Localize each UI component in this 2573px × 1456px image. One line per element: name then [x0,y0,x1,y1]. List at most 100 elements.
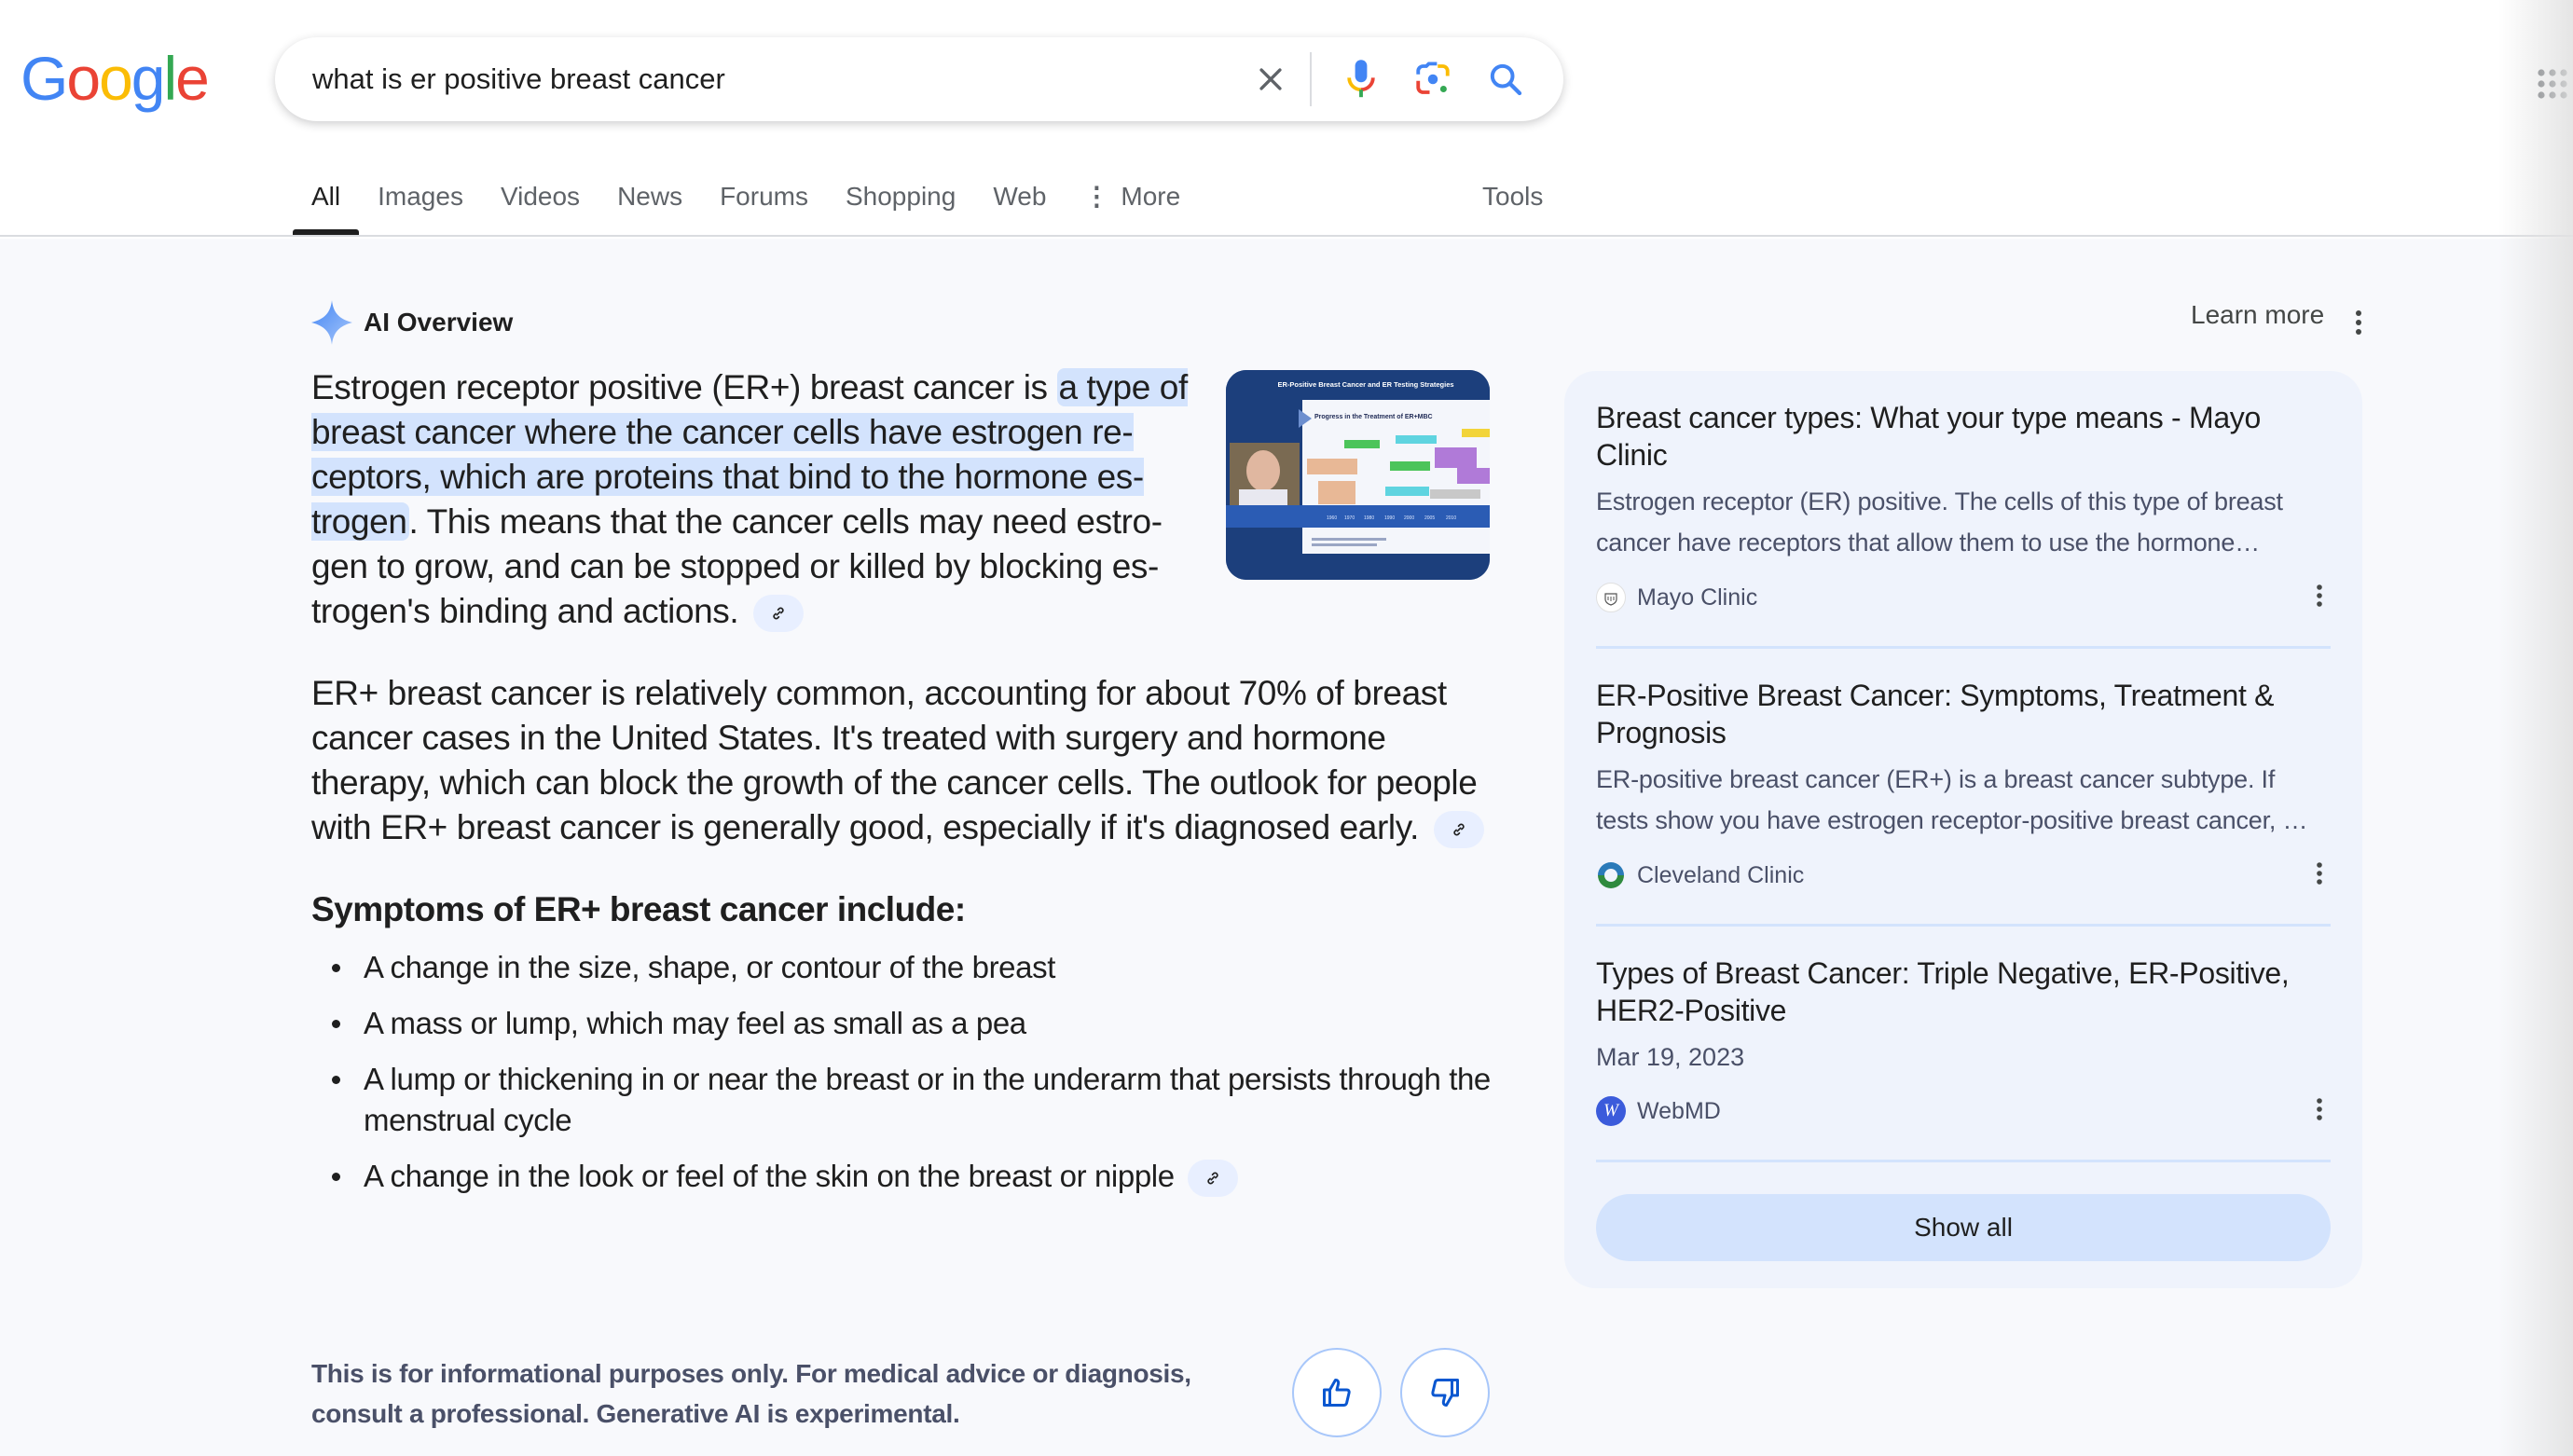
search-box [275,37,1563,121]
tab-all[interactable]: All [293,168,360,235]
paragraph-text: ER+ breast cancer is relatively common, … [311,674,1478,846]
webmd-favicon-icon: W [1596,1096,1626,1126]
list-item-text: A lump or thickening in or near the brea… [364,1062,1491,1137]
svg-text:1980: 1980 [1364,515,1374,521]
tab-label: Forums [720,182,808,211]
ai-overview-menu-button[interactable] [2347,306,2370,339]
source-card[interactable]: ER-Positive Breast Cancer: Symptoms, Tre… [1596,649,2331,927]
source-site-name: WebMD [1637,1097,1721,1124]
list-item-text: A mass or lump, which may feel as small … [364,1006,1026,1040]
tab-more[interactable]: ⋮ More [1065,168,1199,226]
ai-overview-title: AI Overview [364,308,514,337]
source-snippet: ER-positive breast cancer (ER+) is a bre… [1596,765,2308,834]
thumbs-up-button[interactable] [1292,1348,1382,1437]
search-button[interactable] [1479,53,1532,105]
svg-text:1960: 1960 [1327,515,1337,521]
logo-letter: o [99,44,133,113]
show-all-button[interactable]: Show all [1596,1194,2331,1261]
google-apps-button[interactable] [2534,65,2573,104]
tab-label: Images [378,182,463,211]
symptoms-heading: Symptoms of ER+ breast cancer include: [311,890,966,928]
list-item: A change in the look or feel of the skin… [332,1156,1492,1198]
list-item-text: A change in the look or feel of the skin… [364,1159,1175,1193]
paragraph-text: Estrogen receptor positive (ER+) breast … [311,368,1057,406]
tab-label: Videos [500,182,581,211]
google-lens-icon [1416,62,1450,94]
more-vert-icon: ⋮ [1083,182,1110,211]
source-meta: W WebMD [1596,1096,1721,1126]
paragraph-text: . This means that the cancer cells may n… [311,502,1163,630]
tab-news[interactable]: News [599,168,701,226]
source-title[interactable]: ER-Positive Breast Cancer: Symptoms, Tre… [1596,677,2331,751]
tab-images[interactable]: Images [359,168,482,226]
logo-letter: e [175,44,210,113]
list-item: A lump or thickening in or near the brea… [332,1059,1492,1141]
tab-label: Web [993,182,1047,211]
citation-link-button[interactable] [1433,811,1484,849]
apps-grid-icon [2538,69,2567,99]
more-vert-icon [2317,584,2322,607]
source-menu-button[interactable] [2308,581,2331,611]
source-title[interactable]: Types of Breast Cancer: Triple Negative,… [1596,955,2331,1029]
svg-text:1970: 1970 [1344,515,1355,521]
logo-letter: G [21,44,68,113]
microphone-icon [1347,60,1375,98]
more-vert-icon [2317,1098,2322,1120]
overview-paragraph-1: Estrogen receptor positive (ER+) breast … [311,365,1206,634]
svg-text:2005: 2005 [1424,515,1435,521]
tab-forums[interactable]: Forums [701,168,827,226]
tab-videos[interactable]: Videos [482,168,599,226]
learn-more-link[interactable]: Learn more [2191,300,2324,330]
voice-search-button[interactable] [1335,53,1387,105]
tab-web[interactable]: Web [974,168,1065,226]
cleveland-clinic-favicon-icon [1596,860,1626,890]
link-icon [773,607,784,620]
clear-search-button[interactable] [1245,53,1297,105]
mayo-clinic-favicon-icon [1596,583,1626,612]
svg-text:2010: 2010 [1446,515,1456,521]
citation-link-button[interactable] [1188,1160,1239,1198]
tab-shopping[interactable]: Shopping [827,168,974,226]
source-card[interactable]: Types of Breast Cancer: Triple Negative,… [1596,927,2331,1162]
citation-link-button[interactable] [753,595,805,633]
svg-text:2000: 2000 [1404,515,1414,521]
slide-chart-title: Progress in the Treatment of ER+MBC [1314,414,1433,420]
source-date: Mar 19, 2023 [1596,1043,1745,1071]
tab-label: News [617,182,683,211]
source-menu-button[interactable] [2308,1094,2331,1124]
sources-panel: Breast cancer types: What your type mean… [1564,371,2362,1288]
search-icon [1490,63,1522,96]
logo-letter: g [131,44,166,113]
source-menu-button[interactable] [2308,858,2331,888]
gemini-sparkle-icon [311,300,352,345]
tab-label: Shopping [845,182,956,211]
source-meta: Mayo Clinic [1596,583,1757,612]
tab-label: More [1121,182,1181,211]
svg-text:1990: 1990 [1384,515,1395,521]
tools-button[interactable]: Tools [1482,168,1543,226]
video-thumbnail[interactable]: ER-Positive Breast Cancer and ER Testing… [1226,370,1490,580]
more-vert-icon [2317,862,2322,885]
source-card[interactable]: Breast cancer types: What your type mean… [1596,371,2331,649]
overview-paragraph-2: ER+ breast cancer is relatively common, … [311,671,1492,850]
search-divider [1310,52,1312,106]
logo-letter: l [163,44,178,113]
search-input[interactable] [312,37,1207,121]
google-logo[interactable]: Google [21,43,210,114]
thumbs-down-icon [1431,1379,1459,1407]
source-site-name: Mayo Clinic [1637,584,1758,611]
slide-title: ER-Positive Breast Cancer and ER Testing… [1277,380,1453,389]
search-tabs: All Images Videos News Forums Shopping W… [293,168,1199,237]
source-site-name: Cleveland Clinic [1637,861,1805,888]
ai-overview-header: AI Overview [311,300,513,345]
list-item-text: A change in the size, shape, or contour … [364,950,1055,984]
source-title[interactable]: Breast cancer types: What your type mean… [1596,399,2331,474]
main-content: AI Overview Learn more Estrogen receptor… [0,239,2573,1456]
google-lens-button[interactable] [1407,53,1459,105]
thumbs-down-button[interactable] [1400,1348,1490,1437]
list-item: A change in the size, shape, or contour … [332,947,1492,988]
slide-thumbnail-image: ER-Positive Breast Cancer and ER Testing… [1226,370,1490,580]
tab-label: All [311,182,341,211]
source-snippet: Estrogen receptor (ER) positive. The cel… [1596,488,2283,556]
source-meta: Cleveland Clinic [1596,860,1804,890]
